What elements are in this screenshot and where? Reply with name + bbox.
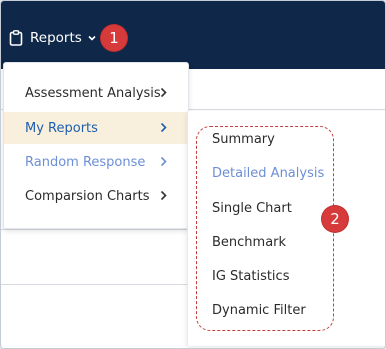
menu-item-label: Comparsion Charts	[25, 188, 150, 204]
clipboard-icon	[9, 30, 23, 46]
chevron-right-icon	[160, 190, 167, 201]
submenu-highlight-outline	[196, 126, 334, 331]
reports-menu-button[interactable]: Reports	[9, 27, 97, 49]
reports-dropdown-menu: Assessment Analysis My Reports Random Re…	[3, 62, 189, 229]
app-window: Reports 1 Assessment Analysis My Reports…	[0, 0, 386, 349]
menu-item-my-reports[interactable]: My Reports	[4, 112, 188, 144]
step-badge-2: 2	[322, 206, 348, 232]
menu-item-random-response[interactable]: Random Response	[4, 146, 188, 178]
menu-item-assessment-analysis[interactable]: Assessment Analysis	[4, 77, 188, 109]
menu-item-label: My Reports	[25, 120, 98, 136]
menu-item-label: Random Response	[25, 154, 146, 170]
menu-item-label: Assessment Analysis	[25, 85, 161, 101]
chevron-right-icon	[160, 122, 167, 133]
chevron-down-icon	[88, 35, 96, 41]
reports-label: Reports	[30, 30, 82, 46]
step-badge-1: 1	[101, 25, 127, 51]
menu-item-comparsion-charts[interactable]: Comparsion Charts	[4, 180, 188, 212]
chevron-right-icon	[160, 87, 167, 98]
chevron-right-icon	[160, 156, 167, 167]
top-navbar: Reports 1	[1, 1, 385, 69]
